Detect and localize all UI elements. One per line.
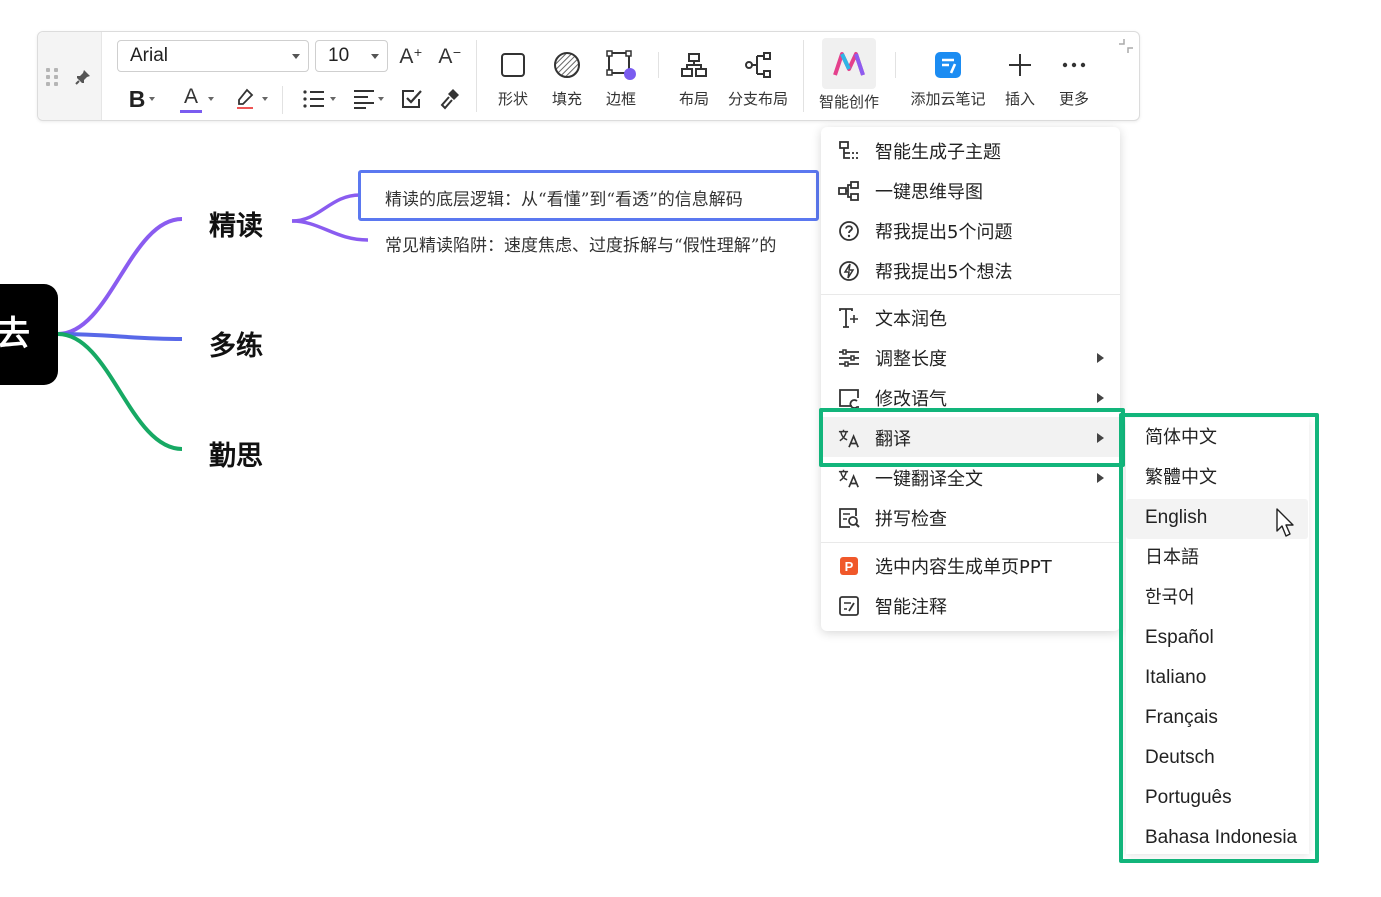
ppt-icon: P <box>838 555 860 577</box>
question-icon <box>838 220 860 242</box>
ai-logo-icon <box>833 51 865 76</box>
branch-topic-2[interactable]: 多练 <box>209 324 263 363</box>
menu-item-label: 选中内容生成单页PPT <box>875 557 1052 578</box>
menu-item-adjust-length[interactable]: 调整长度 <box>821 338 1120 378</box>
menu-item-text-polish[interactable]: 文本润色 <box>821 298 1120 338</box>
adjust-length-icon <box>838 347 860 369</box>
ai-create-menu: 智能生成子主题 一键思维导图 帮我提出5个问题 帮我提出5个想法 文本润色 调整… <box>821 127 1120 631</box>
branch-topic-3[interactable]: 勤思 <box>209 434 263 473</box>
insert-label: 插入 <box>1004 90 1035 108</box>
language-item-korean[interactable]: 한국어 <box>1126 578 1309 618</box>
annotation-icon <box>838 595 860 617</box>
translate-all-icon <box>838 467 860 489</box>
leaf-topic-2[interactable]: 常见精读陷阱：速度焦虑、过度拆解与“假性理解”的 <box>385 231 821 256</box>
svg-text:P: P <box>845 559 854 574</box>
menu-item-label: 智能注释 <box>875 597 947 618</box>
language-item-indonesian[interactable]: Bahasa Indonesia <box>1126 818 1309 858</box>
chevron-right-icon <box>1097 353 1104 363</box>
menu-item-spell-check[interactable]: 拼写检查 <box>821 498 1120 538</box>
separator <box>895 52 896 78</box>
menu-item-label: 调整长度 <box>875 349 947 370</box>
subtopic-icon <box>838 140 860 162</box>
menu-item-label: 一键思维导图 <box>875 182 983 203</box>
text-polish-icon <box>838 307 860 329</box>
idea-icon <box>838 260 860 282</box>
language-item-french[interactable]: Français <box>1126 698 1309 738</box>
menu-item-label: 帮我提出5个想法 <box>875 262 1013 283</box>
menu-item-label: 帮我提出5个问题 <box>875 222 1013 243</box>
more-label: 更多 <box>1058 90 1089 108</box>
cloud-note-icon <box>935 52 961 78</box>
add-cloud-note-label: 添加云笔记 <box>910 90 986 108</box>
language-item-portuguese[interactable]: Português <box>1126 778 1309 818</box>
collapse-toolbar-icon[interactable] <box>1118 38 1134 58</box>
mindmap-icon <box>838 180 860 202</box>
menu-item-label: 文本润色 <box>875 309 947 330</box>
leaf-connector-2 <box>291 219 369 242</box>
menu-item-generate-ppt[interactable]: P 选中内容生成单页PPT <box>821 546 1120 586</box>
language-item-simplified-chinese[interactable]: 简体中文 <box>1126 418 1309 458</box>
language-item-japanese[interactable]: 日本語 <box>1126 538 1309 578</box>
menu-separator <box>821 542 1120 543</box>
root-topic[interactable]: 去 <box>0 284 58 385</box>
branch-connector-3 <box>57 332 183 451</box>
more-button[interactable]: 更多 <box>1044 36 1104 116</box>
language-item-italian[interactable]: Italiano <box>1126 658 1309 698</box>
menu-item-label: 拼写检查 <box>875 509 947 530</box>
add-cloud-note-button[interactable]: 添加云笔记 <box>906 36 990 116</box>
spell-check-icon <box>838 507 860 529</box>
more-dots-icon <box>1062 62 1086 68</box>
menu-item-five-questions[interactable]: 帮我提出5个问题 <box>821 211 1120 251</box>
leaf-connector-1 <box>291 193 361 223</box>
language-item-traditional-chinese[interactable]: 繁體中文 <box>1126 458 1309 498</box>
plus-icon <box>1009 54 1031 76</box>
branch-topic-1[interactable]: 精读 <box>209 204 263 243</box>
language-item-german[interactable]: Deutsch <box>1126 738 1309 778</box>
menu-item-smart-annotation[interactable]: 智能注释 <box>821 586 1120 626</box>
chevron-right-icon <box>1097 473 1104 483</box>
menu-item-one-click-mindmap[interactable]: 一键思维导图 <box>821 171 1120 211</box>
menu-item-label: 智能生成子主题 <box>875 142 1001 163</box>
menu-item-generate-subtopics[interactable]: 智能生成子主题 <box>821 131 1120 171</box>
insert-button[interactable]: 插入 <box>990 36 1050 116</box>
translate-highlight-frame <box>819 408 1125 467</box>
tone-icon <box>838 387 860 409</box>
chevron-right-icon <box>1097 393 1104 403</box>
mouse-cursor-icon <box>1276 508 1296 542</box>
menu-item-label: 一键翻译全文 <box>875 469 983 490</box>
root-topic-label: 去 <box>0 314 30 354</box>
menu-item-five-ideas[interactable]: 帮我提出5个想法 <box>821 251 1120 291</box>
menu-separator <box>821 294 1120 295</box>
language-item-spanish[interactable]: Español <box>1126 618 1309 658</box>
leaf-topic-1[interactable]: 精读的底层逻辑：从“看懂”到“看透”的信息解码 <box>385 185 743 210</box>
branch-connector-1 <box>57 217 183 336</box>
